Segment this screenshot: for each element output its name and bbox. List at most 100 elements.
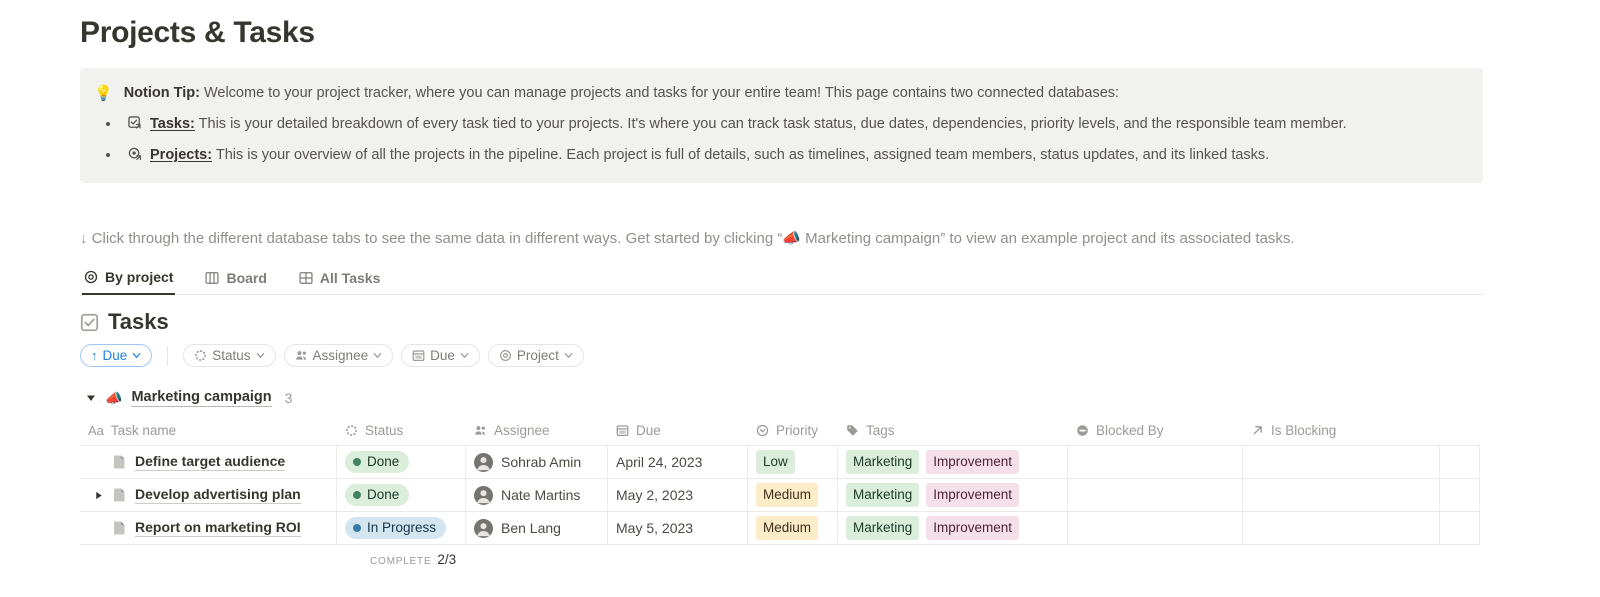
- spacer-cell: [1440, 512, 1480, 544]
- assignee-cell[interactable]: Nate Martins: [466, 479, 608, 511]
- instruction-text: ↓ Click through the different database t…: [80, 229, 1483, 247]
- priority-cell[interactable]: Medium: [748, 479, 838, 511]
- due-date: May 2, 2023: [616, 487, 693, 503]
- page-icon: [111, 454, 127, 470]
- task-name-cell[interactable]: Develop advertising plan: [80, 479, 337, 511]
- status-label: Done: [367, 453, 399, 472]
- tab-by-project[interactable]: By project: [82, 263, 175, 295]
- table-header-row: Aa Task name Status Assignee Due P: [80, 416, 1480, 446]
- target-icon: [499, 349, 512, 362]
- tab-board[interactable]: Board: [203, 263, 268, 294]
- is-blocking-cell[interactable]: [1243, 479, 1440, 511]
- page-title[interactable]: Projects & Tasks: [80, 0, 1483, 50]
- chevron-down-icon: [256, 351, 265, 360]
- is-blocking-cell[interactable]: [1243, 512, 1440, 544]
- tab-label: By project: [105, 269, 173, 285]
- tasks-title[interactable]: Tasks: [108, 309, 169, 335]
- tab-label: All Tasks: [320, 270, 380, 286]
- filter-chip-label: Project: [517, 348, 559, 363]
- projects-db-link[interactable]: Projects:: [150, 147, 212, 163]
- avatar: [474, 453, 493, 472]
- tag-pill: Improvement: [926, 483, 1019, 507]
- table-row: Report on marketing ROI In Progress Ben …: [80, 512, 1480, 545]
- select-icon: [756, 424, 769, 437]
- text-type-icon: Aa: [88, 423, 104, 438]
- tip-text: Welcome to your project tracker, where y…: [204, 85, 1119, 101]
- status-cell[interactable]: Done: [337, 446, 466, 478]
- chevron-down-icon: [564, 351, 573, 360]
- blocked-by-cell[interactable]: [1068, 512, 1243, 544]
- status-pill: In Progress: [345, 517, 446, 540]
- task-name-cell[interactable]: Define target audience: [80, 446, 337, 478]
- column-header-assignee[interactable]: Assignee: [466, 423, 608, 438]
- tasks-table: Aa Task name Status Assignee Due P: [80, 416, 1480, 567]
- tag-icon: [846, 424, 859, 437]
- people-icon: [474, 424, 487, 437]
- avatar: [474, 519, 493, 538]
- lightbulb-icon: 💡: [94, 83, 113, 104]
- task-name-link[interactable]: Develop advertising plan: [135, 486, 301, 504]
- filter-chip-status[interactable]: Status: [183, 344, 275, 367]
- column-label: Assignee: [494, 423, 550, 438]
- tags-cell[interactable]: Marketing Improvement: [838, 446, 1068, 478]
- filter-chip-due[interactable]: Due: [401, 344, 480, 367]
- assignee-name: Ben Lang: [501, 520, 561, 536]
- checkbox-icon: [80, 313, 99, 332]
- notion-tip-callout: 💡 Notion Tip: Welcome to your project tr…: [80, 68, 1483, 183]
- assignee-cell[interactable]: Ben Lang: [466, 512, 608, 544]
- tasks-db-description: This is your detailed breakdown of every…: [199, 116, 1347, 132]
- is-blocking-cell[interactable]: [1243, 446, 1440, 478]
- due-cell[interactable]: April 24, 2023: [608, 446, 748, 478]
- column-header-is-blocking[interactable]: Is Blocking: [1243, 423, 1440, 438]
- linked-tasks-database-icon: [128, 116, 143, 131]
- column-header-tags[interactable]: Tags: [838, 423, 1068, 438]
- chevron-down-icon: [373, 351, 382, 360]
- column-calculation-complete[interactable]: COMPLETE 2/3: [370, 552, 1480, 567]
- status-label: Done: [367, 486, 399, 505]
- triangle-right-icon: [94, 491, 103, 500]
- column-header-priority[interactable]: Priority: [748, 423, 838, 438]
- group-name-link[interactable]: Marketing campaign: [131, 389, 271, 407]
- tags-cell[interactable]: Marketing Improvement: [838, 479, 1068, 511]
- filter-chip-project[interactable]: Project: [488, 344, 584, 367]
- status-cell[interactable]: Done: [337, 479, 466, 511]
- column-header-due[interactable]: Due: [608, 423, 748, 438]
- tab-all-tasks[interactable]: All Tasks: [297, 263, 382, 294]
- spacer-cell: [1440, 446, 1480, 478]
- priority-cell[interactable]: Low: [748, 446, 838, 478]
- status-spinner-icon: [194, 349, 207, 362]
- task-name-link[interactable]: Define target audience: [135, 453, 285, 471]
- task-name-link[interactable]: Report on marketing ROI: [135, 519, 301, 537]
- blocked-by-cell[interactable]: [1068, 446, 1243, 478]
- page-icon: [111, 487, 127, 503]
- megaphone-icon: 📣: [105, 390, 122, 407]
- tags-cell[interactable]: Marketing Improvement: [838, 512, 1068, 544]
- priority-cell[interactable]: Medium: [748, 512, 838, 544]
- assignee-cell[interactable]: Sohrab Amin: [466, 446, 608, 478]
- chevron-down-icon: [460, 351, 469, 360]
- due-cell[interactable]: May 2, 2023: [608, 479, 748, 511]
- collapse-toggle-icon[interactable]: [86, 393, 96, 403]
- task-name-cell[interactable]: Report on marketing ROI: [80, 512, 337, 544]
- blocked-by-cell[interactable]: [1068, 479, 1243, 511]
- due-cell[interactable]: May 5, 2023: [608, 512, 748, 544]
- blocked-icon: [1076, 424, 1089, 437]
- sort-chip-due[interactable]: ↑ Due: [80, 344, 152, 367]
- status-label: In Progress: [367, 519, 436, 538]
- calendar-icon: [412, 349, 425, 362]
- column-label: Blocked By: [1096, 423, 1164, 438]
- callout-bullet-projects: Projects: This is your overview of all t…: [121, 145, 1467, 166]
- column-label: Priority: [776, 423, 818, 438]
- priority-pill: Medium: [756, 516, 818, 540]
- column-header-status[interactable]: Status: [337, 423, 466, 438]
- filter-chip-assignee[interactable]: Assignee: [284, 344, 394, 367]
- tasks-db-link[interactable]: Tasks:: [150, 116, 195, 132]
- tag-pill: Marketing: [846, 450, 919, 474]
- column-label: Tags: [866, 423, 895, 438]
- column-header-task-name[interactable]: Aa Task name: [80, 423, 337, 438]
- status-cell[interactable]: In Progress: [337, 512, 466, 544]
- group-count: 3: [285, 390, 293, 406]
- column-header-blocked-by[interactable]: Blocked By: [1068, 423, 1243, 438]
- row-expand-toggle[interactable]: [90, 491, 107, 500]
- priority-pill: Medium: [756, 483, 818, 507]
